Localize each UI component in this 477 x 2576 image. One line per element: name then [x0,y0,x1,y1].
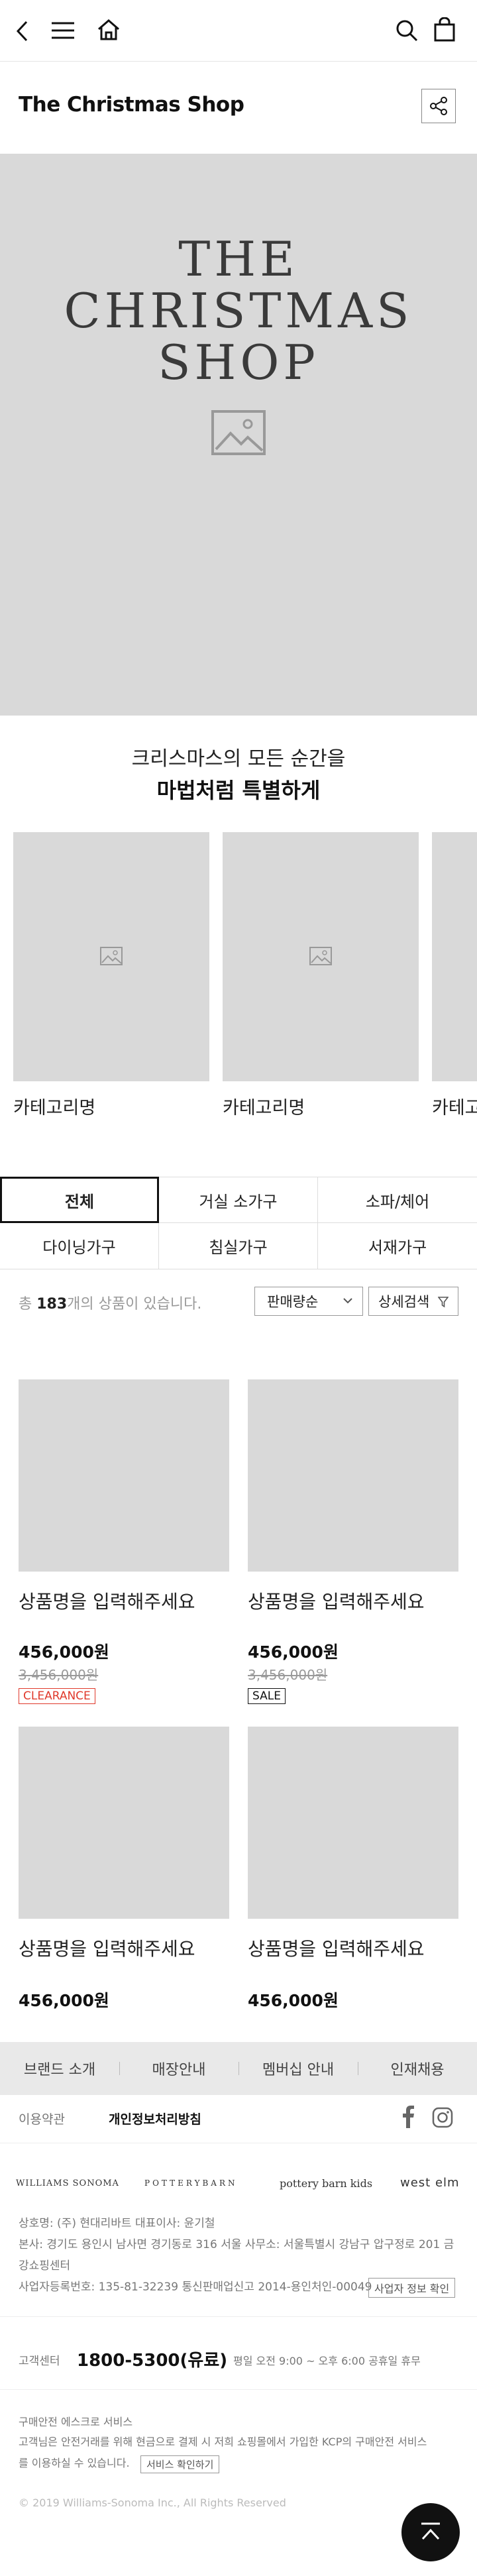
cart-icon[interactable] [433,17,456,42]
filter-icon [438,1296,449,1308]
copyright: © 2019 Williams-Sonoma Inc., All Rights … [19,2496,286,2509]
tab-study-furniture[interactable]: 서재가구 [318,1223,477,1269]
sort-select[interactable]: 판매량순 [254,1287,363,1316]
top-bar [0,0,477,62]
product-price: 456,000원 [248,1642,339,1662]
tab-living-furniture[interactable]: 거실 소가구 [159,1177,318,1223]
category-tabs: 전체 거실 소가구 소파/체어 다이닝가구 침실가구 서재가구 [0,1177,477,1269]
image-placeholder-icon [309,946,333,966]
footer-nav: 브랜드 소개 매장안내 멤버십 안내 인재채용 [0,2042,477,2095]
image-placeholder-icon [211,409,266,456]
product-name[interactable]: 상품명을 입력해주세요 [19,1587,195,1614]
share-button[interactable] [421,89,456,123]
product-name[interactable]: 상품명을 입력해주세요 [248,1587,425,1614]
sale-badge: SALE [248,1688,286,1704]
escrow-line2: 를 이용하실 수 있습니다. [19,2457,130,2469]
footer-link-stores[interactable]: 매장안내 [119,2042,238,2095]
product-original-price: 3,456,000원 [248,1667,328,1683]
product-name[interactable]: 상품명을 입력해주세요 [248,1935,425,1961]
search-icon[interactable] [395,19,419,42]
footer-link-membership[interactable]: 멤버십 안내 [238,2042,358,2095]
tab-bedroom-furniture[interactable]: 침실가구 [159,1223,318,1269]
back-icon[interactable] [15,20,30,42]
address-line2: 강쇼핑센터 [19,2259,71,2273]
image-placeholder-icon [99,946,123,966]
terms-link[interactable]: 이용약관 [19,2110,65,2127]
category-label[interactable]: 카테고리명 [223,1093,305,1119]
share-icon [429,96,449,116]
instagram-icon[interactable] [432,2107,453,2128]
cs-hours: 평일 오전 9:00 ~ 오후 6:00 공휴일 휴무 [233,2355,421,2367]
product-count: 총 183개의 상품이 있습니다. [19,1292,201,1313]
home-icon[interactable] [97,19,121,41]
product-price: 456,000원 [19,1642,109,1662]
pottery-barn-kids-logo[interactable]: pottery barn kids [280,2177,372,2190]
count-number: 183 [36,1296,68,1313]
filter-button[interactable]: 상세검색 [368,1287,458,1316]
tab-all[interactable]: 전체 [0,1177,159,1223]
hero-title-line1: THE CHRISTMAS [64,231,413,339]
tab-dining-furniture[interactable]: 다이닝가구 [0,1223,159,1269]
business-info-button[interactable]: 사업자 정보 확인 [368,2278,456,2298]
category-image[interactable] [223,832,419,1081]
product-image[interactable] [248,1379,458,1572]
footer-link-careers[interactable]: 인재채용 [358,2042,477,2095]
escrow-title: 구매안전 에스크로 서비스 [19,2416,133,2428]
chevron-down-icon [343,1297,353,1305]
product-image[interactable] [248,1727,458,1919]
west-elm-logo[interactable]: west elm [400,2176,460,2190]
category-image[interactable] [13,832,209,1081]
filter-label: 상세검색 [378,1294,430,1310]
back-to-top-button[interactable] [401,2503,460,2561]
pottery-barn-logo[interactable]: POTTERYBARN [144,2178,238,2188]
arrow-up-icon [419,2522,443,2543]
product-name[interactable]: 상품명을 입력해주세요 [19,1935,195,1961]
escrow-line1: 고객님은 안전거래를 위해 현금으로 결제 시 저희 쇼핑몰에서 가입한 KCP… [19,2436,427,2448]
product-original-price: 3,456,000원 [19,1667,99,1683]
product-image[interactable] [19,1727,229,1919]
business-registration: 사업자등록번호: 135-81-32239 통신판매업신고 2014-용인처인-… [19,2281,372,2294]
cs-label: 고객센터 [19,2355,60,2368]
hero-title: THE CHRISTMAS SHOP [0,233,477,388]
privacy-link[interactable]: 개인정보처리방침 [109,2110,201,2127]
clearance-badge: CLEARANCE [19,1688,95,1704]
tagline-line1: 크리스마스의 모든 순간을 [131,747,346,771]
williams-sonoma-logo[interactable]: WILLIAMS SONOMA [16,2178,119,2188]
category-label[interactable]: 카테고리명 [432,1093,477,1119]
company-info: 상호명: (주) 현대리바트 대표이사: 윤기철 [19,2217,215,2230]
product-price: 456,000원 [19,1991,109,2010]
category-label[interactable]: 카테고리명 [13,1093,95,1119]
tab-sofa-chair[interactable]: 소파/체어 [318,1177,477,1223]
sort-label: 판매량순 [267,1294,319,1310]
product-image[interactable] [19,1379,229,1572]
cs-phone[interactable]: 1800-5300(유료) [77,2347,227,2371]
count-suffix: 개의 상품이 있습니다. [67,1296,202,1313]
facebook-icon[interactable] [401,2106,415,2128]
menu-icon[interactable] [50,21,76,40]
tagline-line2: 마법처럼 특별하게 [156,778,321,803]
escrow-check-button[interactable]: 서비스 확인하기 [140,2455,220,2473]
count-prefix: 총 [19,1296,37,1313]
product-price: 456,000원 [248,1991,339,2010]
hero-title-line2: SHOP [158,335,319,390]
divider [0,2316,477,2317]
divider [0,2389,477,2390]
footer-link-brand[interactable]: 브랜드 소개 [0,2042,119,2095]
page-title: The Christmas Shop [19,93,244,117]
category-image[interactable] [432,832,477,1081]
address-line1: 본사: 경기도 용인시 남사면 경기동로 316 서울 사무소: 서울특별시 강… [19,2238,454,2251]
